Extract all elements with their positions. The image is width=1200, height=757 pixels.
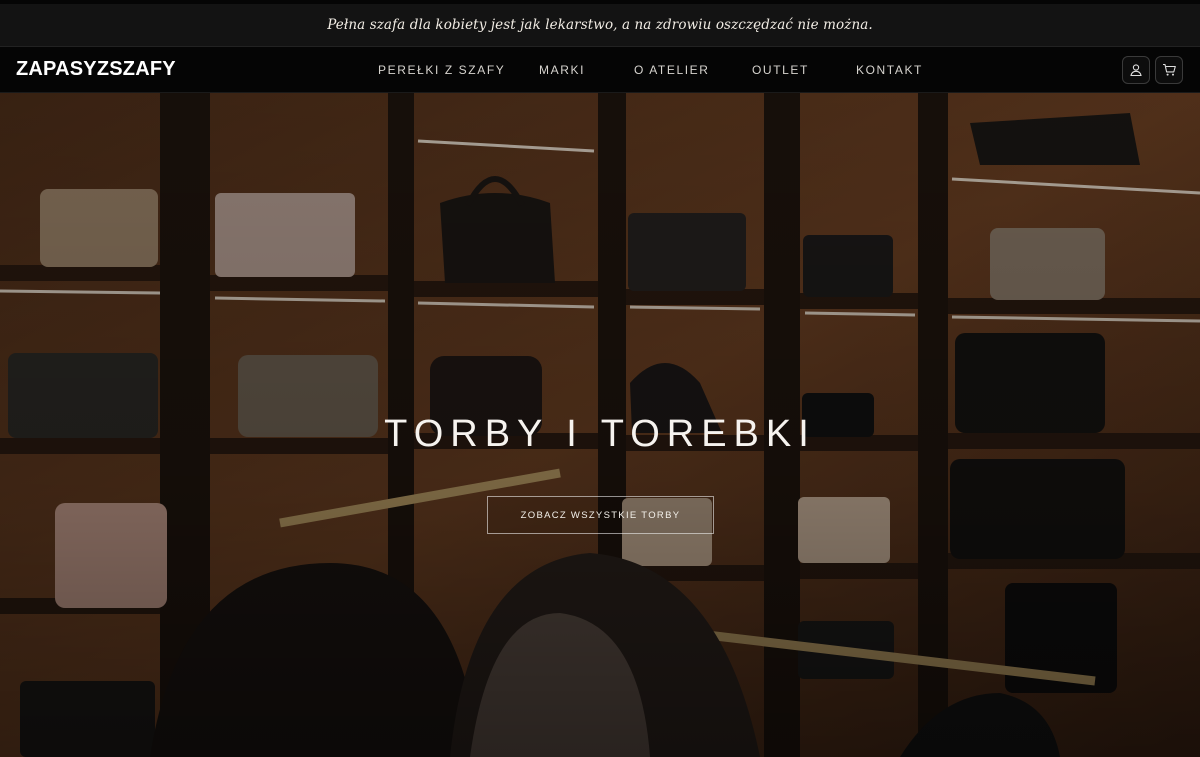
- user-icon: [1130, 64, 1142, 77]
- cart-button[interactable]: [1155, 56, 1183, 84]
- site-header: ZAPASYZSZAFY PEREŁKI Z SZAFY MARKI O ATE…: [0, 46, 1200, 93]
- promo-text: Pełna szafa dla kobiety jest jak lekarst…: [327, 17, 873, 33]
- see-all-bags-button[interactable]: ZOBACZ WSZYSTKIE TORBY: [487, 496, 714, 534]
- nav-item-outlet[interactable]: OUTLET: [752, 63, 809, 77]
- cart-icon: [1162, 63, 1176, 76]
- hero-banner: TORBY I TOREBKI ZOBACZ WSZYSTKIE TORBY: [0, 93, 1200, 757]
- promo-bar: Pełna szafa dla kobiety jest jak lekarst…: [0, 0, 1200, 46]
- nav-item-kontakt[interactable]: KONTAKT: [856, 63, 923, 77]
- nav-item-o-atelier[interactable]: O ATELIER: [634, 63, 710, 77]
- hero-title: TORBY I TOREBKI: [384, 413, 816, 455]
- nav-item-marki[interactable]: MARKI: [539, 63, 585, 77]
- nav-item-perelki[interactable]: PEREŁKI Z SZAFY: [378, 63, 505, 77]
- main-nav: PEREŁKI Z SZAFY MARKI O ATELIER OUTLET K…: [0, 47, 1200, 93]
- account-button[interactable]: [1122, 56, 1150, 84]
